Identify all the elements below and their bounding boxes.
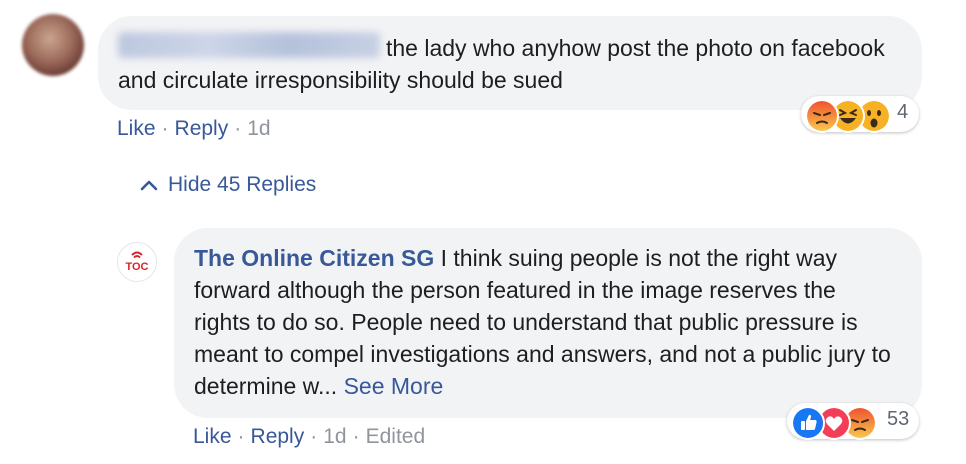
edited-label[interactable]: Edited (366, 425, 426, 448)
comment-text: the lady who anyhow post the photo on fa… (118, 35, 885, 93)
commenter-avatar-blurred[interactable] (22, 14, 84, 76)
toc-logo-icon: TOC (125, 251, 149, 273)
comment-like-link[interactable]: Like (117, 117, 156, 140)
hide-replies-label: Hide 45 Replies (168, 173, 317, 196)
separator-dot: · (310, 425, 318, 448)
reply-reply-link[interactable]: Reply (251, 425, 305, 448)
separator-dot: · (234, 117, 242, 140)
separator-dot: · (161, 117, 169, 140)
reply-actions: Like · Reply · 1d · Edited (193, 425, 425, 449)
hide-replies-toggle[interactable]: Hide 45 Replies (140, 173, 316, 197)
reply-timestamp[interactable]: 1d (323, 425, 346, 448)
toc-avatar[interactable]: TOC (117, 242, 157, 282)
reply-author-link[interactable]: The Online Citizen SG (194, 245, 434, 271)
comment-reply-link[interactable]: Reply (175, 117, 229, 140)
comment-timestamp[interactable]: 1d (247, 117, 270, 140)
like-icon (791, 406, 825, 440)
chevron-up-icon (140, 181, 158, 191)
reply-reaction-count: 53 (887, 408, 910, 430)
separator-dot: · (352, 425, 360, 448)
comment-text-block: the lady who anyhow post the photo on fa… (118, 32, 908, 96)
reply-reactions[interactable]: 53 (787, 403, 919, 440)
comment-actions: Like · Reply · 1d (117, 117, 271, 141)
see-more-link[interactable]: See More (344, 373, 444, 399)
angry-icon (805, 99, 839, 133)
comment-reaction-count: 4 (897, 101, 909, 123)
reply-like-link[interactable]: Like (193, 425, 232, 448)
separator-dot: · (237, 425, 245, 448)
toc-logo-text: TOC (125, 261, 148, 273)
reply-text-block: The Online Citizen SG I think suing peop… (194, 242, 894, 402)
comment-reactions[interactable]: 4 (801, 96, 919, 133)
